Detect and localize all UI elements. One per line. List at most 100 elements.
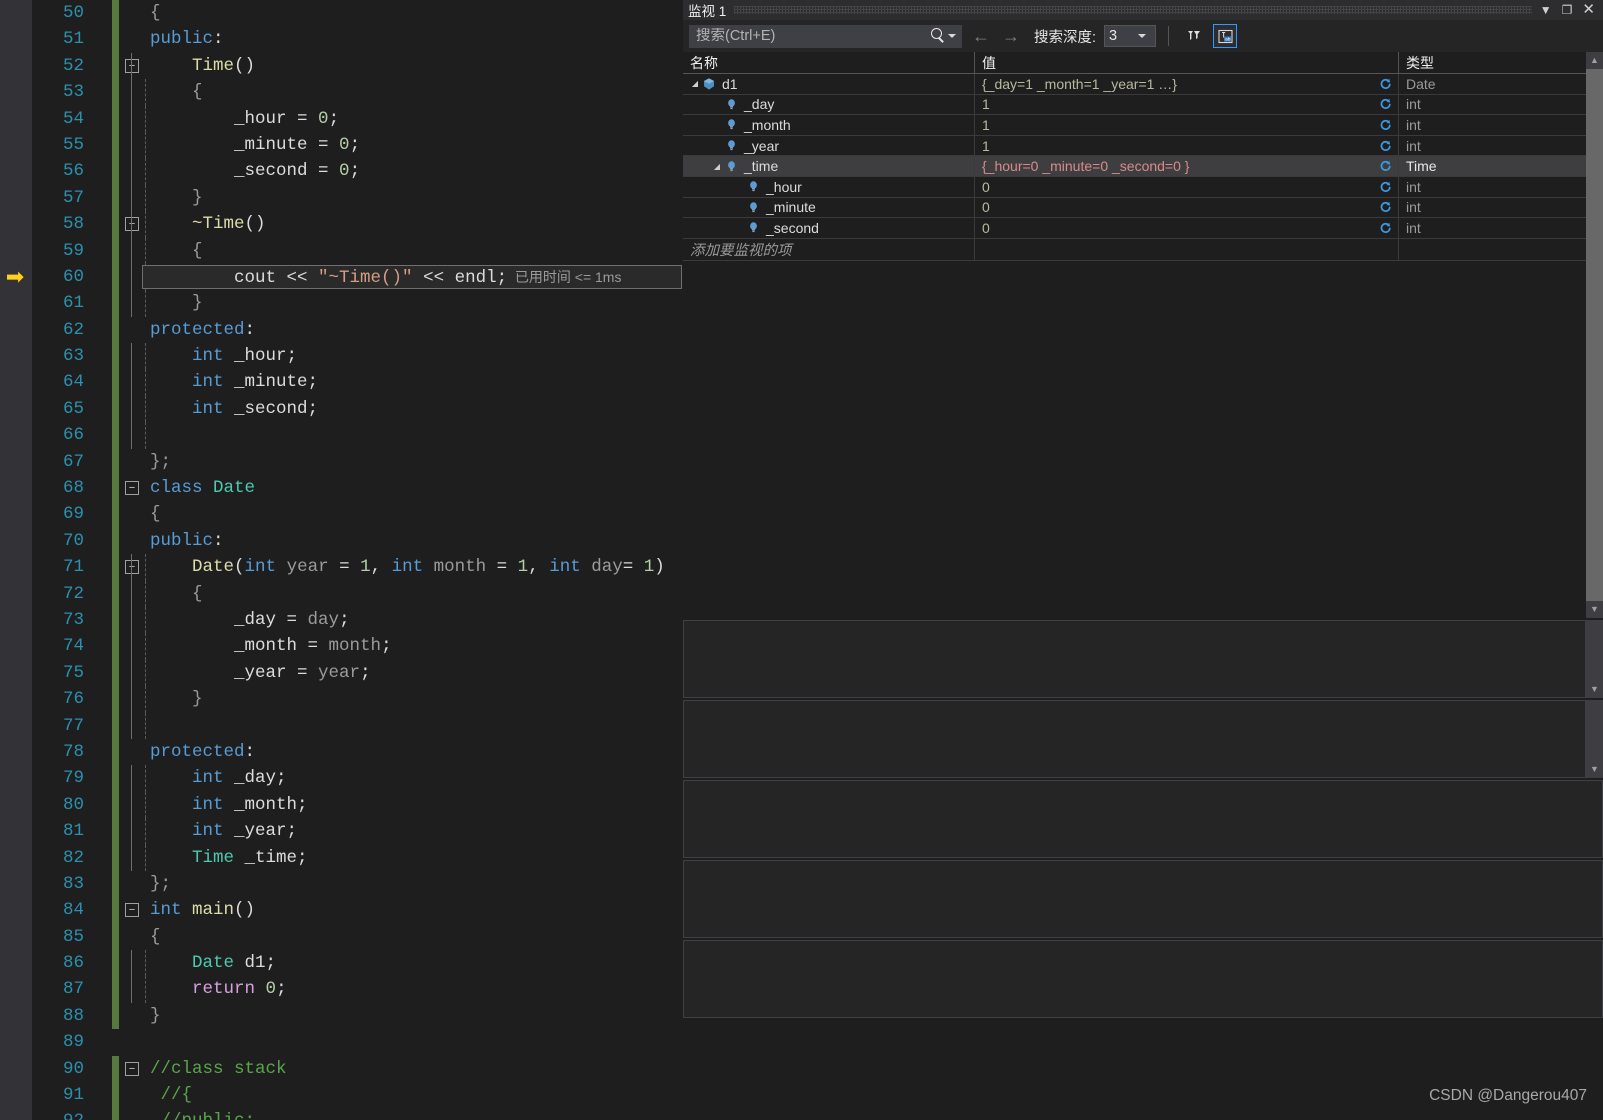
refresh-icon[interactable] <box>1379 139 1392 152</box>
scroll-down-arrow-icon[interactable]: ▼ <box>1586 601 1603 618</box>
pin-filter-icon[interactable] <box>1181 24 1205 48</box>
refresh-icon[interactable] <box>1379 118 1392 131</box>
watch-grid-scrollbar[interactable]: ▲ ▼ <box>1586 52 1603 618</box>
code-line[interactable]: 57 } <box>32 184 683 212</box>
code-editor[interactable]: 50{51 public: 52− Time() 53 {54 _hour = 0; 5… <box>0 0 683 1120</box>
code-line[interactable]: 87 return 0; <box>32 976 683 1003</box>
search-depth-stepper[interactable]: 3 <box>1104 25 1157 47</box>
watch-row-name-cell[interactable]: _month <box>683 115 975 135</box>
code-line[interactable]: 80 int _month; <box>32 791 683 819</box>
code-line[interactable]: 83}; <box>32 870 683 898</box>
code-line[interactable]: 86 Date d1; <box>32 950 683 977</box>
watch-row[interactable]: ◢ _time {_hour=0 _minute=0 _second=0 } Time <box>683 156 1603 177</box>
empty-panel-2-scrollbar[interactable]: ▼ <box>1586 700 1603 778</box>
code-line[interactable]: 89 <box>32 1029 683 1055</box>
code-line[interactable]: 70 public: <box>32 527 683 555</box>
column-header-type[interactable]: 类型 <box>1399 52 1539 73</box>
watch-row-value-cell[interactable]: 0 <box>975 197 1399 218</box>
code-line[interactable]: 78 protected: <box>32 738 683 766</box>
search-input[interactable] <box>690 28 930 44</box>
code-line[interactable]: 85 { <box>32 923 683 951</box>
code-line[interactable]: 73 _day = day; <box>32 606 683 634</box>
watch-row-name-cell[interactable]: ◢ d1 <box>683 74 975 94</box>
code-line[interactable]: 75 _year = year; <box>32 659 683 687</box>
collapse-region-icon[interactable]: − <box>125 1061 139 1076</box>
code-line[interactable]: 52 − Time() <box>32 52 683 80</box>
editor-breakpoint-margin[interactable] <box>0 0 32 1120</box>
code-line[interactable]: 56 _second = 0; <box>32 158 683 185</box>
watch-row-name-cell[interactable]: _hour <box>683 176 975 197</box>
code-line[interactable]: 65 int _second; <box>32 395 683 423</box>
code-line[interactable]: 68 − class Date <box>32 475 683 502</box>
code-line[interactable]: 88} <box>32 1002 683 1030</box>
watch-row-name-cell[interactable]: _minute <box>683 197 975 218</box>
watch-grid[interactable]: 名称 值 类型 ◢ d1 {_day=1 _month=1 _year=1 …} Da… <box>683 52 1603 261</box>
code-line[interactable]: 74 _month = month; <box>32 633 683 660</box>
watch-row[interactable]: _day 1 int <box>683 94 1603 116</box>
collapse-region-icon[interactable]: − <box>125 903 139 918</box>
scroll-down-arrow-icon[interactable]: ▼ <box>1586 681 1603 698</box>
watch-row-name-cell[interactable]: _second <box>683 218 975 238</box>
code-line[interactable]: 84 − int main() <box>32 897 683 924</box>
refresh-icon[interactable] <box>1379 160 1392 173</box>
hex-display-icon[interactable]: ab <box>1213 24 1238 48</box>
watch-row-name-cell[interactable]: _year <box>683 135 975 156</box>
watch-row-name-cell[interactable]: ◢ _time <box>683 156 975 176</box>
code-line[interactable]: 64 int _minute; <box>32 369 683 396</box>
refresh-icon[interactable] <box>1379 180 1392 193</box>
refresh-icon[interactable] <box>1379 98 1392 111</box>
column-header-name[interactable]: 名称 <box>683 52 975 73</box>
add-watch-item-row[interactable]: 添加要监视的项 <box>683 238 1603 261</box>
code-line[interactable]: 92 //public: <box>32 1108 683 1120</box>
collapse-region-icon[interactable]: − <box>125 58 139 73</box>
nav-back-icon[interactable]: ← <box>970 27 992 45</box>
code-line[interactable]: 79 int _day; <box>32 765 683 792</box>
code-line[interactable]: 66 <box>32 422 683 449</box>
refresh-icon[interactable] <box>1379 221 1392 234</box>
search-icon[interactable] <box>930 28 946 44</box>
scroll-up-arrow-icon[interactable]: ▲ <box>1586 52 1603 69</box>
collapse-region-icon[interactable]: − <box>125 560 139 575</box>
code-line[interactable]: 91 //{ <box>32 1082 683 1109</box>
code-line[interactable]: 51 public: <box>32 26 683 53</box>
code-line[interactable]: 90 −//class stack <box>32 1055 683 1083</box>
search-options-chevron-icon[interactable] <box>948 34 956 38</box>
watch-row[interactable]: _minute 0 int <box>683 197 1603 219</box>
code-line[interactable]: 53 { <box>32 79 683 106</box>
watch-row-value-cell[interactable]: 1 <box>975 115 1399 135</box>
code-line[interactable]: 50 { <box>32 0 683 27</box>
empty-panel-1-scrollbar[interactable]: ▼ <box>1586 620 1603 698</box>
code-line[interactable]: 69 { <box>32 501 683 528</box>
code-line[interactable]: 55 _minute = 0; <box>32 131 683 159</box>
watch-row[interactable]: _month 1 int <box>683 115 1603 136</box>
watch-row[interactable]: _year 1 int <box>683 135 1603 157</box>
watch-row[interactable]: ◢ d1 {_day=1 _month=1 _year=1 …} Date <box>683 74 1603 95</box>
watch-row-value-cell[interactable]: 0 <box>975 218 1399 238</box>
code-line[interactable]: 72 { <box>32 580 683 607</box>
code-line[interactable]: 62 protected: <box>32 316 683 344</box>
code-line[interactable]: 60 cout << "~Time()" << endl; 已用时间 <= 1m… <box>32 263 683 291</box>
watch-row[interactable]: _hour 0 int <box>683 176 1603 198</box>
code-line[interactable]: 61 } <box>32 290 683 317</box>
collapse-region-icon[interactable]: − <box>125 481 139 496</box>
code-line[interactable]: 77 <box>32 712 683 739</box>
code-line[interactable]: 58 − ~Time() <box>32 211 683 238</box>
watch-row-value-cell[interactable]: {_day=1 _month=1 _year=1 …} <box>975 74 1399 94</box>
column-header-value[interactable]: 值 <box>975 52 1399 73</box>
watch-row-value-cell[interactable]: 0 <box>975 176 1399 197</box>
code-line[interactable]: 71− Date(int year = 1, int month = 1, in… <box>32 554 683 581</box>
code-line[interactable]: 59 { <box>32 237 683 264</box>
code-line[interactable]: 67}; <box>32 448 683 476</box>
collapse-region-icon[interactable]: − <box>125 217 139 232</box>
chevron-down-icon[interactable]: ▼ <box>1540 3 1552 17</box>
watch-row-name-cell[interactable]: _day <box>683 94 975 115</box>
code-line[interactable]: 81 int _year; <box>32 818 683 845</box>
editor-code-area[interactable]: 50{51 public: 52− Time() 53 {54 _hour = 0; 5… <box>32 0 683 1120</box>
code-line[interactable]: 54 _hour = 0; <box>32 105 683 132</box>
code-line[interactable]: 76 } <box>32 686 683 713</box>
refresh-icon[interactable] <box>1379 77 1392 90</box>
chevron-down-icon[interactable] <box>1138 34 1147 38</box>
close-icon[interactable]: ✕ <box>1582 2 1595 17</box>
watch-row-value-cell[interactable]: 1 <box>975 94 1399 115</box>
refresh-icon[interactable] <box>1379 201 1392 214</box>
